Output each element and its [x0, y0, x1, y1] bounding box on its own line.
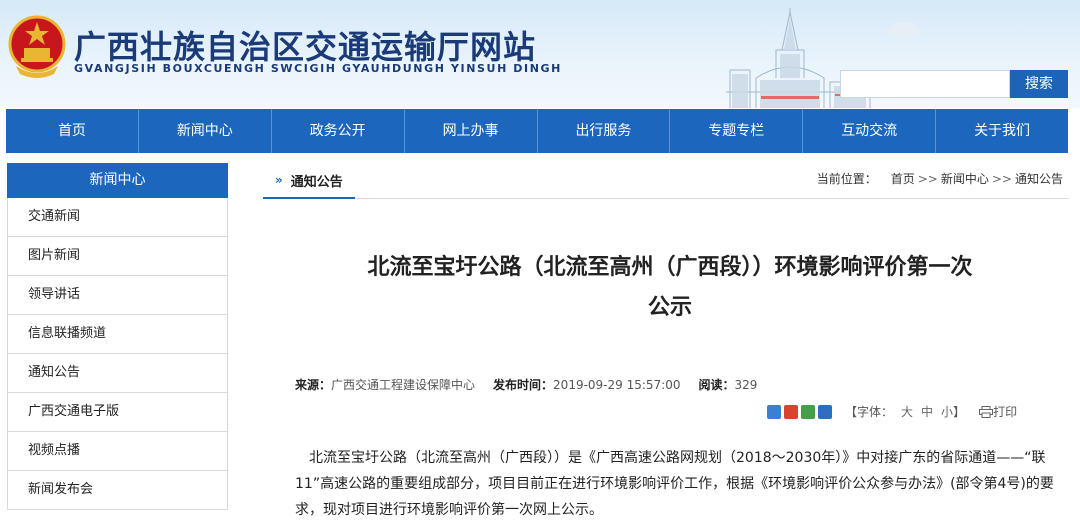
font-size-close: 】	[953, 405, 966, 419]
sidebar-item[interactable]: 广西交通电子版	[7, 393, 228, 432]
source-value: 广西交通工程建设保障中心	[331, 378, 476, 392]
sidebar-heading: 新闻中心	[7, 163, 228, 198]
print-label: 打印	[993, 405, 1018, 419]
nav-item-news[interactable]: 新闻中心	[138, 109, 272, 153]
print-button[interactable]: 打印	[979, 403, 1017, 420]
sidebar-item[interactable]: 新闻发布会	[7, 471, 228, 510]
nav-item-government[interactable]: 政务公开	[271, 109, 405, 153]
font-size-small[interactable]: 小	[941, 403, 953, 420]
sidebar-item[interactable]: 图片新闻	[7, 237, 228, 276]
sidebar-item[interactable]: 领导讲话	[7, 276, 228, 315]
main-nav: 首页 新闻中心 政务公开 网上办事 出行服务 专题专栏 互动交流 关于我们	[6, 109, 1068, 153]
double-chevron-right-icon: »	[275, 173, 283, 187]
article-tools: 【字体： 大 中 小 】 打印	[767, 403, 1017, 420]
nav-item-travel[interactable]: 出行服务	[537, 109, 671, 153]
national-emblem-icon	[8, 15, 66, 78]
article-title-line: 北流至宝圩公路（北流至高州（广西段））环境影响评价第一次	[367, 255, 973, 280]
breadcrumb-separator: >>	[917, 172, 938, 186]
font-size-label: 【字体：	[845, 405, 894, 419]
font-size-large[interactable]: 大	[901, 403, 913, 420]
breadcrumb-link[interactable]: 通知公告	[1015, 172, 1063, 186]
sidebar-item[interactable]: 交通新闻	[7, 198, 228, 237]
sidebar-item[interactable]: 通知公告	[7, 354, 228, 393]
site-header: 广西壮族自治区交通运输厅网站 GVANGJSIH BOUXCUENGH SWCI…	[0, 0, 1080, 108]
nav-item-home[interactable]: 首页	[6, 109, 139, 153]
printer-icon	[979, 405, 994, 418]
nav-item-online-services[interactable]: 网上办事	[404, 109, 538, 153]
nav-item-about[interactable]: 关于我们	[936, 109, 1068, 153]
site-subtitle: GVANGJSIH BOUXCUENGH SWCIGIH GYAUHDUNGH …	[74, 62, 562, 75]
share-plus-icon[interactable]	[767, 404, 781, 419]
nav-item-interaction[interactable]: 互动交流	[803, 109, 937, 153]
tab-label: 通知公告	[290, 174, 343, 190]
breadcrumb-link[interactable]: 新闻中心	[941, 172, 989, 186]
reads-value: 329	[734, 378, 758, 392]
search-input[interactable]	[840, 70, 1010, 98]
published-label: 发布时间：	[493, 378, 554, 392]
breadcrumb-label: 当前位置：	[816, 172, 877, 186]
source-label: 来源：	[295, 378, 332, 392]
reads-label: 阅读：	[698, 378, 735, 392]
share-weibo-icon[interactable]	[784, 404, 798, 419]
article-meta: 来源：广西交通工程建设保障中心 发布时间：2019-09-29 15:57:00 阅…	[295, 376, 757, 393]
sidebar-item[interactable]: 视频点播	[7, 432, 228, 471]
search-button[interactable]: 搜索	[1010, 70, 1068, 98]
nav-item-topics[interactable]: 专题专栏	[670, 109, 804, 153]
sidebar-item[interactable]: 信息联播频道	[7, 315, 228, 354]
font-size-medium[interactable]: 中	[921, 403, 933, 420]
article-title-line: 公示	[647, 295, 692, 320]
article-paragraph: 北流至宝圩公路（北流至高州（广西段））是《广西高速公路网规划（2018～2030…	[295, 450, 1054, 518]
article-title: 北流至宝圩公路（北流至高州（广西段））环境影响评价第一次 公示	[275, 248, 1065, 328]
tab-notices[interactable]: » 通知公告	[263, 163, 355, 199]
breadcrumb-separator: >>	[991, 172, 1012, 186]
sidebar: 新闻中心 交通新闻 图片新闻 领导讲话 信息联播频道 通知公告 广西交通电子版 …	[7, 163, 228, 510]
published-value: 2019-09-29 15:57:00	[553, 378, 681, 392]
section-tabbar: » 通知公告 当前位置： 首页 >> 新闻中心 >> 通知公告	[263, 163, 1069, 199]
breadcrumb-link[interactable]: 首页	[891, 172, 915, 186]
breadcrumb: 当前位置： 首页 >> 新闻中心 >> 通知公告	[817, 163, 1063, 199]
share-qq-icon[interactable]	[818, 404, 832, 419]
share-wechat-icon[interactable]	[801, 404, 815, 419]
